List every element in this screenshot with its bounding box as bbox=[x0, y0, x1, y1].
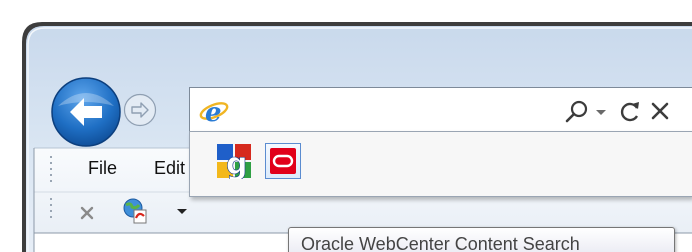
close-icon[interactable] bbox=[648, 97, 674, 125]
address-input[interactable] bbox=[236, 98, 540, 124]
back-button[interactable] bbox=[50, 76, 122, 148]
back-arrow-icon bbox=[51, 77, 121, 147]
forward-button[interactable] bbox=[123, 93, 157, 127]
close-icon[interactable] bbox=[78, 200, 98, 224]
web-slice-icon[interactable] bbox=[120, 196, 152, 226]
menu-edit[interactable]: Edit bbox=[154, 158, 185, 179]
oracle-webcenter-search-provider[interactable] bbox=[265, 143, 301, 179]
forward-arrow-icon bbox=[123, 93, 157, 127]
screenshot-stage: e g File Edit Oracle WebCenter Content S… bbox=[0, 0, 692, 252]
chevron-down-icon[interactable] bbox=[175, 202, 189, 222]
address-bar-area: e g bbox=[189, 87, 692, 197]
search-icon[interactable] bbox=[562, 97, 592, 125]
command-bar bbox=[60, 192, 200, 232]
refresh-icon[interactable] bbox=[616, 97, 644, 125]
svg-text:e: e bbox=[205, 98, 222, 126]
oracle-webcenter-icon bbox=[270, 148, 296, 174]
internet-explorer-icon: e bbox=[198, 96, 230, 128]
google-icon: g bbox=[217, 144, 251, 182]
menu-file[interactable]: File bbox=[88, 158, 117, 179]
svg-text:g: g bbox=[226, 147, 247, 179]
chevron-down-icon[interactable] bbox=[594, 97, 608, 125]
google-search-provider[interactable]: g bbox=[216, 143, 252, 182]
provider-tooltip: Oracle WebCenter Content Search bbox=[288, 227, 675, 252]
menu-bar: File Edit bbox=[60, 152, 200, 188]
address-bar: e bbox=[189, 87, 692, 132]
search-provider-panel: g bbox=[189, 131, 692, 197]
